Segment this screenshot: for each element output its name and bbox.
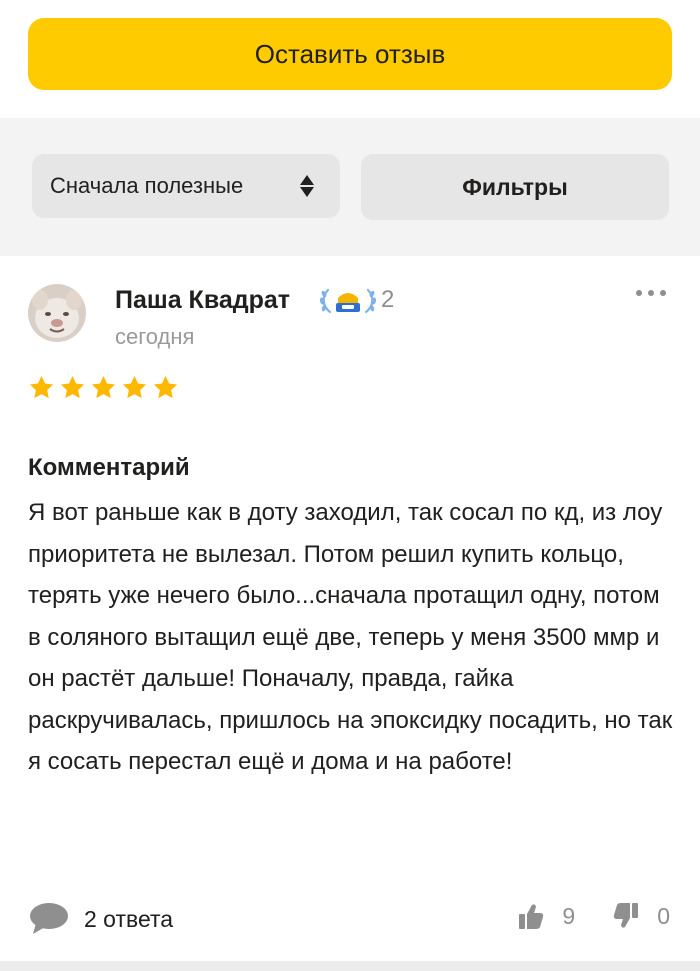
star-icon: [60, 376, 85, 399]
filters-button[interactable]: Фильтры: [361, 154, 669, 220]
review-text: Я вот раньше как в доту заходил, так сос…: [28, 499, 673, 775]
review-card: Паша Квадрат 2 сегодня Комментарий Я вот…: [0, 256, 700, 961]
star-icon: [91, 376, 116, 399]
star-icon: [29, 376, 54, 399]
star-icon: [153, 376, 178, 399]
author-name[interactable]: Паша Квадрат: [115, 286, 290, 315]
dislike-button[interactable]: 0: [613, 902, 670, 930]
star-icon: [122, 376, 147, 399]
sort-select[interactable]: Сначала полезные: [32, 154, 340, 218]
comment-section-title: Комментарий: [28, 454, 190, 481]
laurel-badge-icon: [318, 284, 378, 323]
dislikes-count: 0: [657, 902, 670, 929]
like-button[interactable]: 9: [518, 902, 575, 930]
sort-arrows-icon: [300, 175, 314, 197]
review-controls: Сначала полезные Фильтры: [0, 118, 700, 254]
author-level: 2: [381, 286, 395, 313]
thumb-down-icon: [613, 903, 639, 928]
sort-label: Сначала полезные: [50, 173, 244, 198]
comment-icon: [30, 903, 68, 934]
replies-label: 2 ответа: [84, 905, 174, 932]
review-date: сегодня: [115, 324, 195, 349]
top-panel: Оставить отзыв: [0, 0, 700, 118]
avatar[interactable]: [28, 284, 86, 342]
rating-stars: [28, 374, 179, 401]
leave-review-button[interactable]: Оставить отзыв: [28, 18, 672, 90]
more-icon[interactable]: [636, 290, 666, 296]
card-divider: [0, 961, 700, 971]
replies-button[interactable]: 2 ответа: [28, 901, 173, 937]
thumb-up-icon: [519, 904, 544, 929]
likes-count: 9: [562, 902, 576, 929]
votes: 9 0: [518, 902, 670, 930]
